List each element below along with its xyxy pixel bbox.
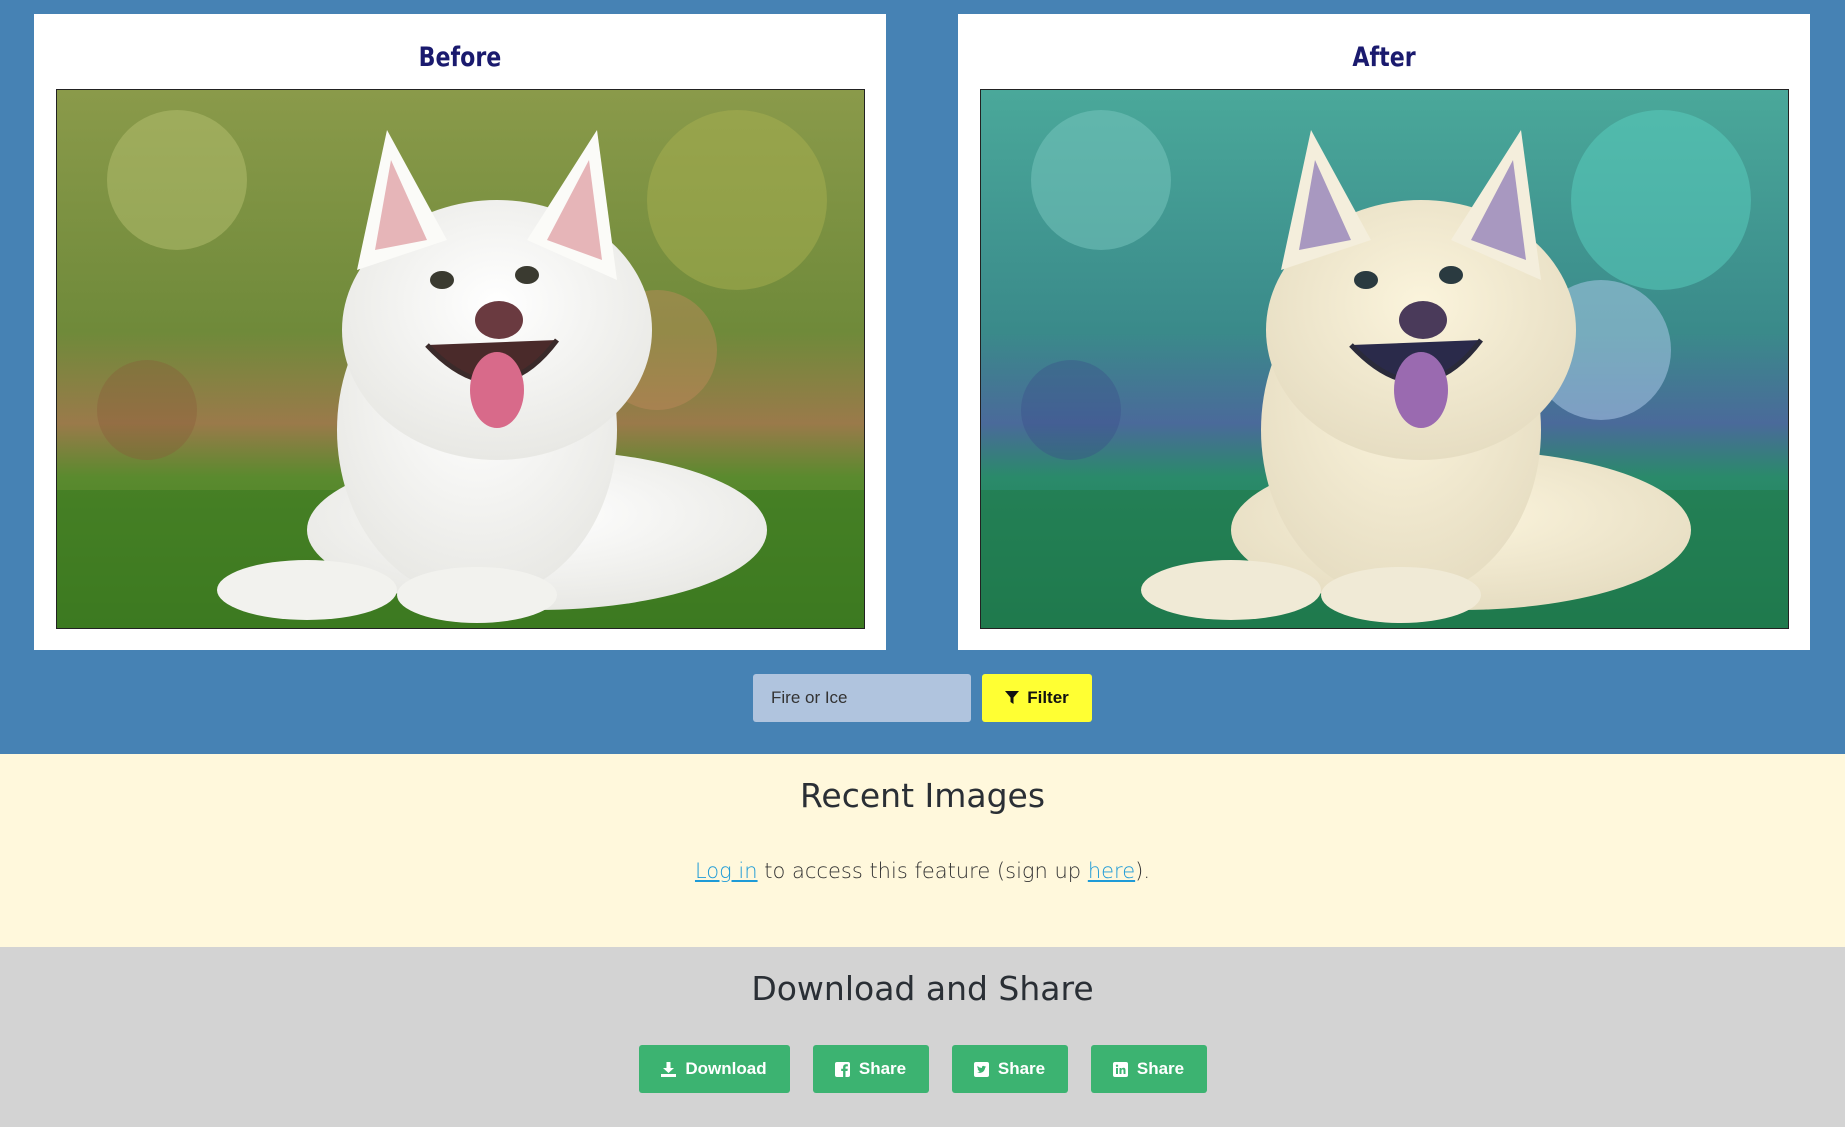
image-comparison-section: Before After Fire or Ice Filter: [0, 0, 1845, 754]
after-title: After: [1352, 42, 1416, 73]
twitter-icon: [973, 1061, 989, 1077]
download-button-label: Download: [685, 1059, 767, 1078]
before-image: [56, 89, 865, 629]
linkedin-share-label: Share: [1136, 1059, 1185, 1078]
filter-button-label: Filter: [1027, 688, 1069, 707]
linkedin-icon: [1112, 1061, 1128, 1077]
recent-images-section: Recent Images Log in to access this feat…: [0, 754, 1845, 947]
linkedin-share-button[interactable]: Share: [1090, 1045, 1207, 1093]
before-panel: Before: [34, 14, 886, 650]
download-button[interactable]: Download: [638, 1045, 790, 1093]
facebook-share-label: Share: [858, 1059, 907, 1078]
facebook-share-button[interactable]: Share: [812, 1045, 929, 1093]
recent-images-title: Recent Images: [799, 776, 1046, 815]
share-buttons-row: Download Share Share Share: [0, 1045, 1845, 1093]
download-share-title: Download and Share: [751, 969, 1094, 1008]
recent-images-message: Log in to access this feature (sign up h…: [0, 859, 1845, 883]
recent-text-end: ).: [1135, 859, 1151, 883]
twitter-share-button[interactable]: Share: [951, 1045, 1068, 1093]
download-icon: [661, 1061, 677, 1077]
filter-button[interactable]: Filter: [982, 674, 1092, 722]
recent-text-middle: to access this feature (sign up: [757, 859, 1088, 883]
facebook-icon: [834, 1061, 850, 1077]
before-title: Before: [418, 42, 502, 73]
twitter-share-label: Share: [997, 1059, 1046, 1078]
after-image: [980, 89, 1789, 629]
filter-input[interactable]: [753, 674, 971, 722]
filter-icon: [1005, 691, 1020, 705]
login-link[interactable]: Log in: [695, 859, 758, 883]
signup-link[interactable]: here: [1088, 859, 1135, 883]
after-panel: After: [958, 14, 1810, 650]
download-share-section: Download and Share Download Share Share …: [0, 947, 1845, 1127]
